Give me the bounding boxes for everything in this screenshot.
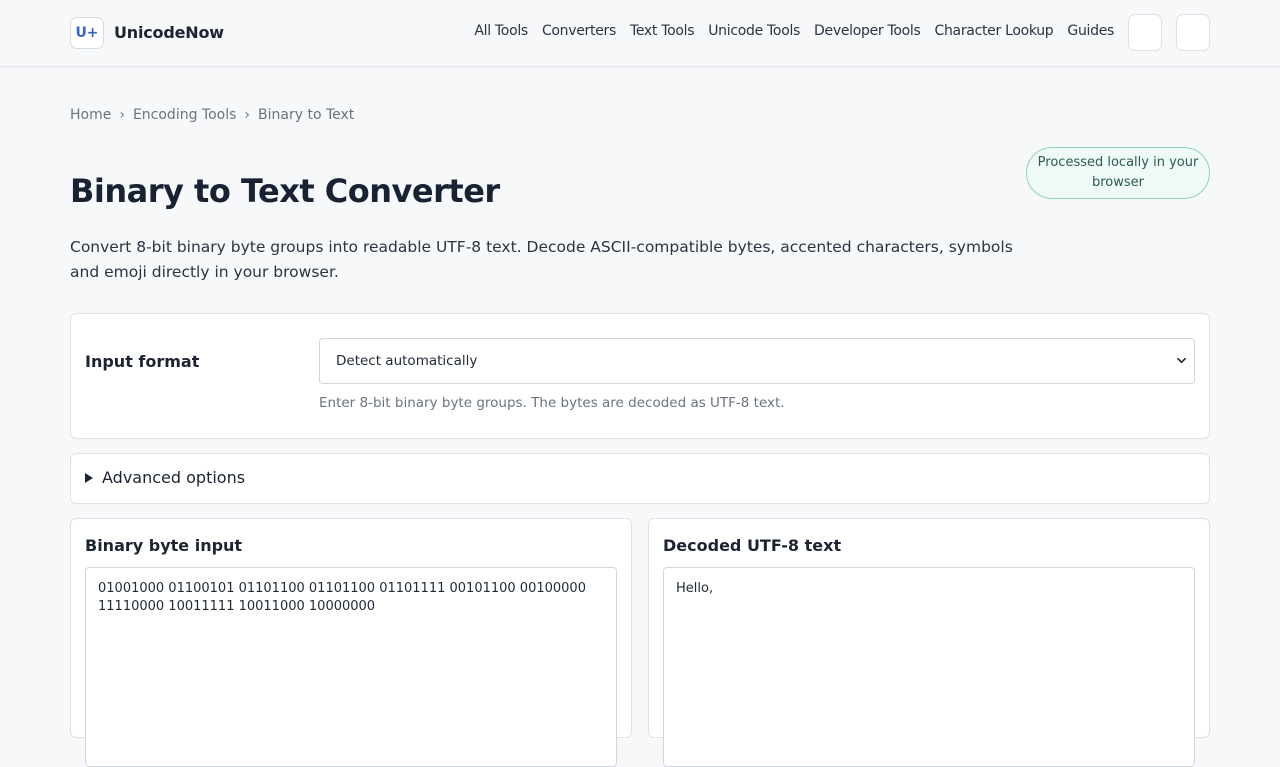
breadcrumb-current: Binary to Text [258,107,355,123]
decoded-output-title: Decoded UTF-8 text [663,536,842,555]
binary-input-card: Binary byte input 01001000 01100101 0110… [70,518,632,767]
input-format-select[interactable]: Detect automatically [319,338,1195,384]
input-format-label: Input format [85,352,200,371]
page-title: Binary to Text Converter [70,172,500,210]
binary-input-title: Binary byte input [85,536,243,555]
logo-icon[interactable]: U+ [70,17,104,49]
nav-item-text-tools[interactable]: Text Tools [630,23,695,39]
disclosure-triangle-icon [85,473,93,483]
nav-item-unicode-tools[interactable]: Unicode Tools [708,23,800,39]
input-format-hint: Enter 8-bit binary byte groups. The byte… [319,395,785,411]
input-format-card: Input format Detect automatically Enter … [70,313,1210,439]
page-description: Convert 8-bit binary byte groups into re… [70,238,1013,281]
nav-item-guides[interactable]: Guides [1067,23,1114,39]
menu-button[interactable] [1176,14,1210,51]
decoded-output-card: Decoded UTF-8 text Hello, [648,518,1210,767]
top-bar: U+ UnicodeNow All Tools Converters Text … [0,0,1280,67]
nav-item-developer-tools[interactable]: Developer Tools [814,23,921,39]
binary-input-textarea[interactable]: 01001000 01100101 01101100 01101100 0110… [85,567,617,767]
breadcrumb-separator: › [244,107,251,123]
input-format-selected-value: Detect automatically [336,353,478,369]
breadcrumb: Home › Encoding Tools › Binary to Text [70,107,354,123]
nav-item-character-lookup[interactable]: Character Lookup [935,23,1054,39]
advanced-options-label: Advanced options [102,468,246,487]
theme-toggle-button[interactable] [1128,14,1162,51]
advanced-options-toggle[interactable]: Advanced options [70,453,1210,504]
decoded-output-textarea[interactable]: Hello, [663,567,1195,767]
breadcrumb-encoding-tools[interactable]: Encoding Tools [133,107,236,123]
main-nav: All Tools Converters Text Tools Unicode … [474,23,1114,39]
breadcrumb-separator: › [119,107,125,123]
nav-item-converters[interactable]: Converters [542,23,616,39]
brand-name[interactable]: UnicodeNow [114,23,224,42]
chevron-down-icon [1177,357,1186,364]
breadcrumb-home[interactable]: Home [70,107,111,123]
local-processing-badge: Processed locally in your browser [1026,147,1210,199]
nav-item-all-tools[interactable]: All Tools [474,23,528,39]
